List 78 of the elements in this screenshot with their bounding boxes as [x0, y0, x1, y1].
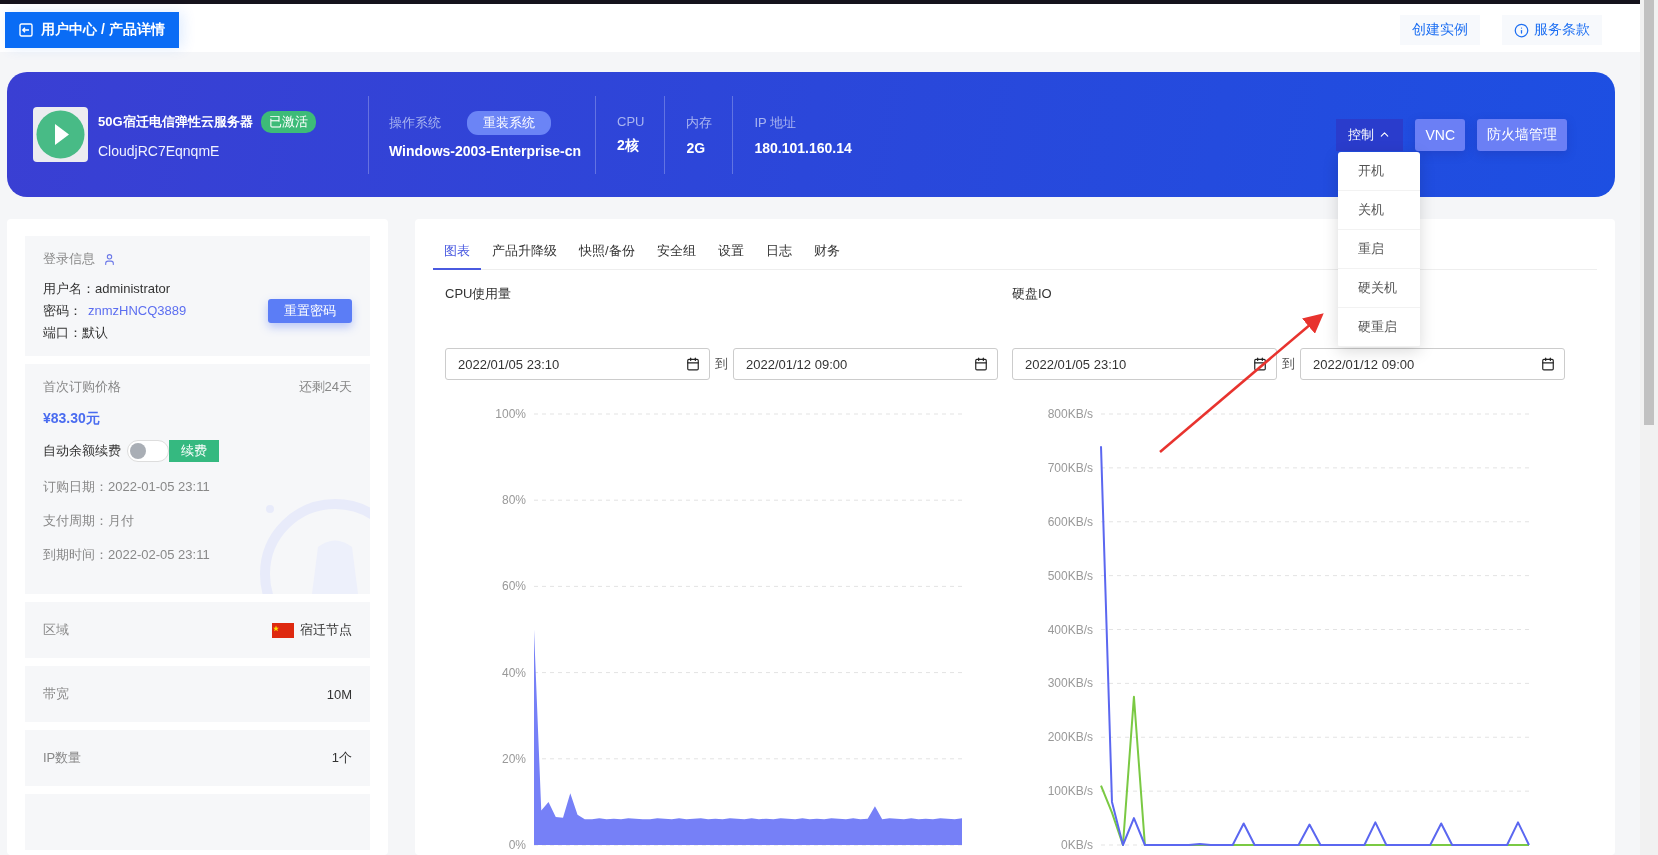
spec-value: 2G: [686, 139, 707, 156]
axis-label: 100KB/s: [1047, 784, 1093, 799]
billing-detail: 支付周期：月付: [43, 512, 135, 530]
axis-label: 100%: [495, 407, 526, 421]
axis-label: 800KB/s: [1047, 407, 1093, 421]
auto-renew-label: 自动余额续费: [43, 442, 121, 460]
range-separator: 到: [1282, 355, 1295, 373]
axis-label: 20%: [501, 751, 526, 766]
date-field[interactable]: 2022/01/12 09:00: [1300, 348, 1565, 380]
tab[interactable]: 财务: [802, 234, 851, 270]
axis-label: 200KB/s: [1047, 730, 1093, 745]
info-label: 带宽: [43, 685, 69, 703]
chart-title: 硬盘IO: [1012, 285, 1052, 303]
axis-label: 600KB/s: [1047, 514, 1093, 529]
info-value: 1个: [331, 749, 352, 767]
price: ¥83.30元: [43, 410, 101, 428]
axis-label: 300KB/s: [1047, 676, 1093, 691]
chart-title: CPU使用量: [445, 285, 512, 303]
product-name: 50G宿迁电信弹性云服务器: [98, 112, 253, 131]
axis-label: 0KB/s: [1061, 838, 1093, 852]
spec-value: 180.101.160.14: [754, 139, 852, 156]
axis-label: 60%: [501, 579, 526, 594]
remaining-days: 还剩24天: [298, 378, 352, 396]
tab[interactable]: 安全组: [645, 234, 707, 270]
info-label: IP数量: [43, 749, 82, 767]
menu-item[interactable]: 开机: [1338, 151, 1421, 191]
spec-value: 2核: [617, 137, 640, 155]
top-link[interactable]: 创建实例: [1400, 15, 1480, 45]
card-title: 首次订购价格: [43, 378, 121, 396]
login-field: 密码： znmzHNCQ3889: [43, 302, 187, 320]
spec-label: 内存: [686, 113, 713, 132]
axis-label: 500KB/s: [1047, 568, 1093, 583]
product-id: CloudjRC7EqnqmE: [98, 142, 221, 159]
calendar-icon: [974, 357, 988, 371]
tab[interactable]: 图表: [433, 234, 481, 270]
info-value: 10M: [326, 686, 352, 702]
range-separator: 到: [715, 355, 728, 373]
spec-label: IP 地址: [754, 113, 797, 132]
top-link[interactable]: 服务条款: [1502, 15, 1602, 45]
axis-label: 40%: [501, 665, 526, 680]
axis-label: 700KB/s: [1047, 460, 1093, 475]
tab[interactable]: 日志: [754, 234, 803, 270]
login-field: 端口：默认: [43, 324, 187, 342]
tab[interactable]: 快照/备份: [568, 234, 646, 270]
info-value: 宿迁节点: [300, 621, 352, 639]
billing-detail: 到期时间：2022-02-05 23:11: [43, 546, 211, 564]
login-field: 用户名：administrator: [43, 280, 187, 298]
info-icon: [1514, 22, 1529, 38]
card-title: 登录信息: [43, 250, 95, 268]
back-icon: [19, 23, 33, 37]
auto-renew-toggle[interactable]: [127, 440, 169, 462]
action-button[interactable]: VNC: [1415, 118, 1465, 151]
calendar-icon: [1253, 357, 1267, 371]
tab[interactable]: 产品升降级: [481, 234, 568, 270]
spec-label: 操作系统: [389, 113, 441, 132]
user-icon: [103, 252, 116, 266]
axis-label: 0%: [508, 838, 526, 852]
calendar-icon: [1541, 357, 1555, 371]
axis-label: 400KB/s: [1047, 622, 1093, 637]
action-button[interactable]: 防火墙管理: [1477, 118, 1567, 151]
billing-detail: 订购日期：2022-01-05 23:11: [43, 478, 211, 496]
status-badge: 已激活: [260, 110, 316, 133]
axis-label: 80%: [501, 493, 526, 508]
calendar-icon: [686, 357, 700, 371]
play-logo-icon: [33, 107, 88, 162]
date-field[interactable]: 2022/01/12 09:00: [733, 348, 998, 380]
scrollbar[interactable]: [1640, 0, 1658, 855]
info-label: 区域: [43, 621, 69, 639]
reset-password-button[interactable]: 重置密码: [268, 299, 352, 323]
password-link[interactable]: znmzHNCQ3889: [88, 303, 187, 318]
tab[interactable]: 设置: [706, 234, 755, 270]
spec-value: Windows-2003-Enterprise-cn: [389, 142, 582, 159]
breadcrumb-button[interactable]: 用户中心 / 产品详情: [5, 12, 179, 48]
control-dropdown[interactable]: 控制: [1336, 118, 1404, 151]
date-field[interactable]: 2022/01/05 23:10: [445, 348, 710, 380]
spec-label: CPU: [617, 114, 645, 129]
date-field[interactable]: 2022/01/05 23:10: [1012, 348, 1277, 380]
flag-icon: [272, 622, 294, 638]
